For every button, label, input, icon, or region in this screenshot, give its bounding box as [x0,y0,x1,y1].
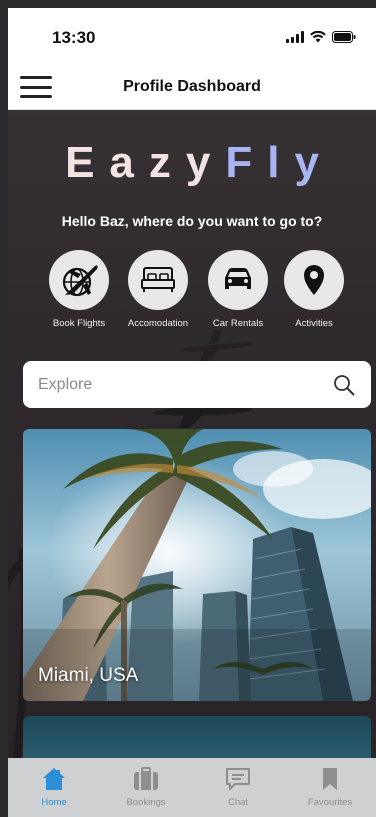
signal-icon [286,31,304,43]
search-icon[interactable] [333,374,355,396]
destination-card[interactable]: Miami, USA [23,429,371,701]
search-input[interactable] [23,361,323,408]
tab-bookings[interactable]: Bookings [100,758,192,817]
tab-label: Bookings [126,797,166,808]
phone-screen: 13:30 Profile Dashboard EazyFly Hello Ba… [8,8,376,817]
app-logo: EazyFly [8,138,376,188]
status-time: 13:30 [52,28,96,47]
map-pin-icon [304,265,324,295]
bed-icon [141,267,175,292]
globe-plane-icon [62,265,98,297]
category-book-flights[interactable]: Book Flights [39,250,119,329]
category-label: Car Rentals [212,318,264,329]
category-list: Book Flights Accomodation Car Rentals Ac… [8,250,376,350]
category-label: Book Flights [52,318,106,329]
category-activities[interactable]: Activities [274,250,354,329]
suitcase-icon [134,767,158,790]
car-icon [225,268,251,289]
tab-home[interactable]: Home [8,758,100,817]
battery-icon [332,31,356,43]
chat-icon [226,768,250,790]
category-label: Activities [295,318,333,329]
home-icon [43,768,65,790]
greeting-text: Hello Baz, where do you want to go to? [61,213,323,229]
page-title: Profile Dashboard [123,78,261,95]
app-header: Profile Dashboard [8,64,376,110]
destination-title: Miami, USA [38,665,139,686]
status-bar: 13:30 [8,8,376,64]
tab-label: Home [41,797,67,808]
tab-chat[interactable]: Chat [192,758,284,817]
status-icons [286,29,356,43]
logo-text-fly: Fly [225,138,334,187]
tab-favourites[interactable]: Favourites [284,758,376,817]
category-label: Accomodation [127,318,189,329]
tab-label: Chat [227,797,249,808]
destination-image [23,429,371,701]
wifi-icon [310,31,326,43]
logo-text-eazy: Eazy [65,138,226,187]
category-accomodation[interactable]: Accomodation [118,250,198,329]
category-car-rentals[interactable]: Car Rentals [198,250,278,329]
bookmark-icon [323,768,337,790]
tab-label: Favourites [307,797,353,808]
tab-bar: Home Bookings Chat Favourites [8,758,376,817]
search-bar [23,361,371,408]
